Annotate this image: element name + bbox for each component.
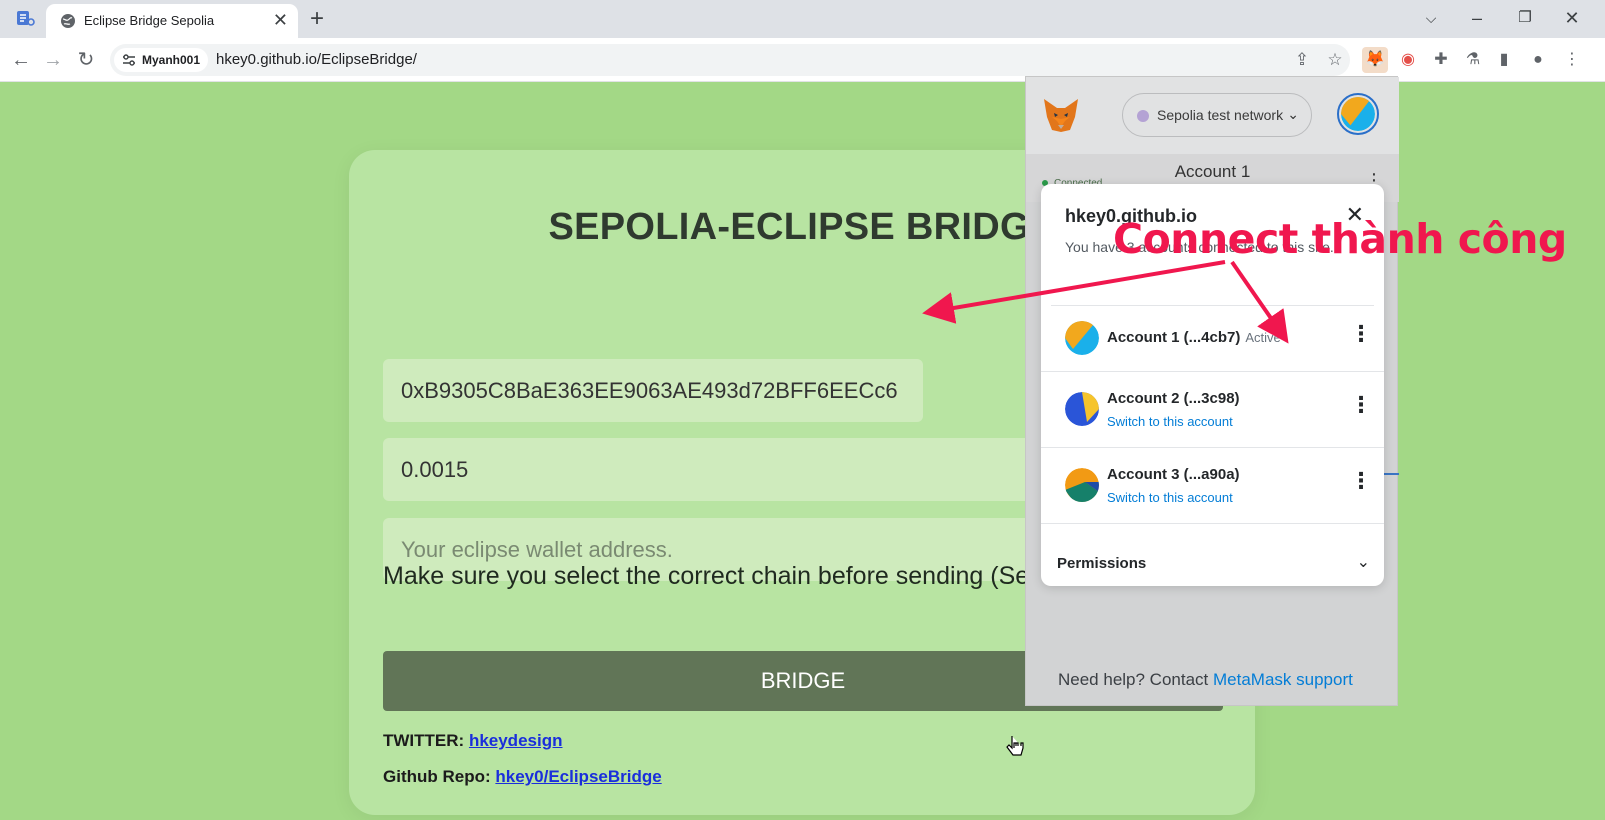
- minimize-icon[interactable]: –: [1465, 6, 1489, 30]
- github-line: Github Repo: hkey0/EclipseBridge: [383, 767, 662, 787]
- account-row[interactable]: Account 2 (...3c98) Switch to this accou…: [1041, 372, 1384, 447]
- divider: [1041, 523, 1384, 524]
- bookmark-star-icon[interactable]: ☆: [1323, 48, 1347, 72]
- account-avatar-icon[interactable]: [1337, 93, 1379, 135]
- extensions-puzzle-icon[interactable]: ✚: [1428, 47, 1454, 73]
- background-account-name: Account 1: [1174, 162, 1251, 181]
- twitter-link[interactable]: hkeydesign: [469, 731, 563, 750]
- switch-account-3-link[interactable]: Switch to this account: [1107, 490, 1233, 505]
- forward-arrow-icon[interactable]: →: [40, 47, 66, 73]
- account-row[interactable]: Account 3 (...a90a) Switch to this accou…: [1041, 448, 1384, 523]
- chevron-down-icon: ⌄: [1287, 106, 1299, 122]
- labs-flask-icon[interactable]: ⚗: [1460, 47, 1486, 73]
- url-text: hkey0.github.io/EclipseBridge/: [216, 51, 417, 68]
- network-label: Sepolia test network: [1157, 107, 1284, 123]
- browser-tab[interactable]: Eclipse Bridge Sepolia ✕: [46, 4, 298, 38]
- tab-list-chevron-icon[interactable]: ⌵: [1419, 6, 1443, 30]
- address-bar[interactable]: Myanh001 hkey0.github.io/EclipseBridge/ …: [110, 44, 1350, 76]
- chevron-down-icon[interactable]: ⌄: [1357, 552, 1370, 572]
- account-1-kebab-icon[interactable]: ⋮: [1350, 323, 1372, 345]
- tab-search-icon[interactable]: [16, 10, 36, 28]
- restore-icon[interactable]: ❐: [1513, 6, 1537, 30]
- globe-icon: [61, 14, 75, 28]
- side-panel-icon[interactable]: ▮: [1491, 47, 1517, 73]
- switch-account-2-link[interactable]: Switch to this account: [1107, 414, 1233, 429]
- account-row[interactable]: Account 1 (...4cb7) Active ⋮: [1041, 306, 1384, 371]
- help-text: Need help? Contact: [1058, 670, 1213, 689]
- github-label: Github Repo:: [383, 767, 491, 786]
- reload-icon[interactable]: ↻: [73, 47, 99, 73]
- window-close-icon[interactable]: ✕: [1560, 6, 1584, 30]
- new-tab-button[interactable]: +: [310, 6, 324, 32]
- account-3-avatar-icon: [1065, 468, 1099, 502]
- site-info-chip[interactable]: Myanh001: [114, 48, 209, 72]
- sepolia-address-field[interactable]: 0xB9305C8BaE363EE9063AE493d72BFF6EECc6: [383, 359, 923, 422]
- browser-menu-icon[interactable]: ⋮: [1559, 47, 1585, 73]
- account-2-name: Account 2 (...3c98): [1107, 390, 1240, 407]
- account-2-kebab-icon[interactable]: ⋮: [1350, 394, 1372, 416]
- metamask-support-link[interactable]: MetaMask support: [1213, 670, 1353, 689]
- permissions-label[interactable]: Permissions: [1057, 555, 1146, 572]
- twitter-label: TWITTER:: [383, 731, 465, 750]
- extension-red-icon[interactable]: ◉: [1395, 47, 1421, 73]
- annotation-label: Connect thành công: [1113, 215, 1567, 263]
- screen: Eclipse Bridge Sepolia ✕ + ⌵ – ❐ ✕ ← → ↻…: [0, 0, 1605, 820]
- metamask-extension-icon[interactable]: 🦊: [1362, 47, 1388, 73]
- metamask-popup: Sepolia test network ⌄ Connected Account…: [1025, 76, 1399, 706]
- tab-close-icon[interactable]: ✕: [273, 10, 288, 30]
- network-selector[interactable]: Sepolia test network ⌄: [1122, 93, 1312, 137]
- browser-tab-bar: Eclipse Bridge Sepolia ✕ + ⌵ – ❐ ✕: [0, 0, 1605, 38]
- share-icon[interactable]: ⇪: [1290, 48, 1314, 72]
- account-1-avatar-icon: [1065, 321, 1099, 355]
- profile-icon[interactable]: ●: [1525, 47, 1551, 73]
- active-badge: Active: [1245, 330, 1281, 345]
- site-chip-label: Myanh001: [142, 53, 201, 67]
- account-3-kebab-icon[interactable]: ⋮: [1350, 470, 1372, 492]
- tune-icon: [123, 54, 135, 66]
- metamask-fox-icon[interactable]: [1042, 97, 1080, 133]
- account-2-avatar-icon: [1065, 392, 1099, 426]
- hand-cursor-icon: [1006, 736, 1024, 756]
- network-dot-icon: [1137, 110, 1149, 122]
- account-3-name: Account 3 (...a90a): [1107, 466, 1240, 483]
- tab-title: Eclipse Bridge Sepolia: [84, 13, 215, 28]
- back-arrow-icon[interactable]: ←: [8, 47, 34, 73]
- github-link[interactable]: hkey0/EclipseBridge: [495, 767, 661, 786]
- account-1-name: Account 1 (...4cb7) Active: [1107, 329, 1281, 346]
- metamask-header: Sepolia test network ⌄: [1026, 77, 1399, 154]
- twitter-line: TWITTER: hkeydesign: [383, 731, 562, 751]
- help-line: Need help? Contact MetaMask support: [1058, 670, 1353, 690]
